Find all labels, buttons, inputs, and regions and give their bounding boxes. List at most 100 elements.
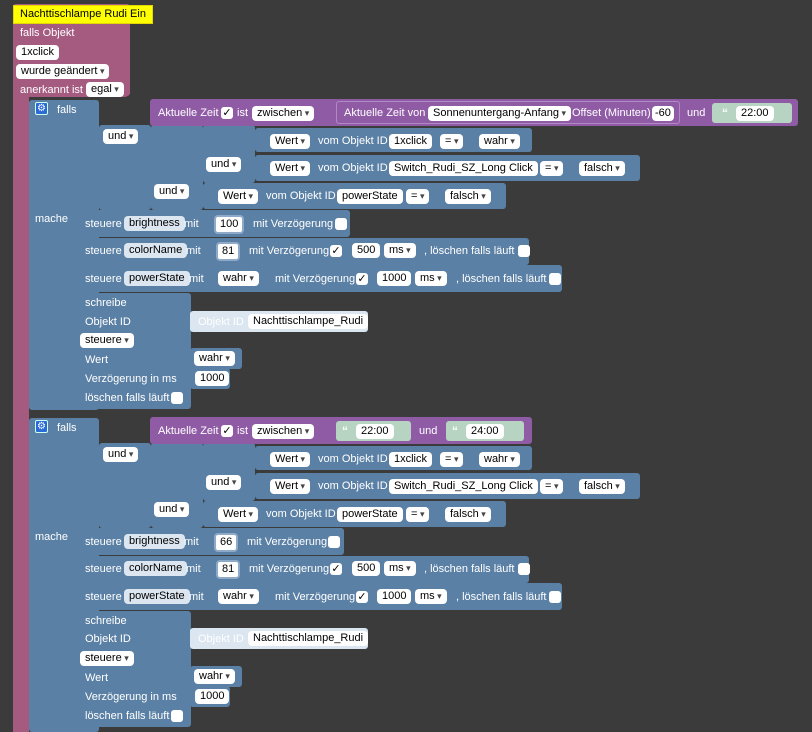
eq-dropdown[interactable]: = [440, 452, 464, 467]
vom-objekt-label: vom Objekt ID [318, 135, 388, 147]
gear-icon[interactable]: ⚙ [35, 420, 48, 433]
time-string-2b[interactable]: “ 24:00 [446, 421, 524, 441]
clear-checkbox[interactable] [171, 392, 183, 404]
trigger-object-field[interactable]: 1xclick [16, 45, 60, 60]
wert-dropdown[interactable]: Wert [218, 189, 259, 204]
attr-field[interactable]: powerState [124, 589, 190, 604]
delay-field[interactable]: 1000 [377, 271, 412, 286]
ms-dropdown[interactable]: ms [384, 243, 416, 258]
checkbox-2[interactable]: ✓ [221, 425, 233, 437]
wert-dropdown[interactable]: Wert [270, 452, 311, 467]
delay-checkbox[interactable]: ✓ [330, 563, 342, 575]
object-field[interactable]: powerState [337, 507, 403, 522]
clear-checkbox[interactable] [518, 245, 530, 257]
time-field-2a[interactable]: 22:00 [356, 424, 394, 439]
clear-checkbox[interactable] [518, 563, 530, 575]
vom-objekt-label: vom Objekt ID [266, 190, 336, 202]
vom-objekt-label: vom Objekt ID [266, 508, 336, 520]
und-dropdown-1c[interactable]: und [154, 184, 190, 199]
und-dropdown-2a[interactable]: und [103, 447, 139, 462]
delay-checkbox[interactable]: ✓ [356, 591, 368, 603]
object-id-field[interactable]: Nachttischlampe_Rudi [248, 631, 369, 646]
object-field[interactable]: Switch_Rudi_SZ_Long Click [389, 161, 538, 176]
and-block-inner-1[interactable] [203, 125, 255, 183]
attr-field[interactable]: powerState [124, 271, 190, 286]
clear-checkbox[interactable] [549, 273, 561, 285]
eq-dropdown[interactable]: = [406, 189, 430, 204]
delay-field[interactable]: 500 [352, 561, 381, 576]
delay-checkbox[interactable]: ✓ [330, 245, 342, 257]
eq-dropdown[interactable]: = [540, 479, 564, 494]
time-string-1[interactable]: “ 22:00 [712, 103, 792, 123]
ms-dropdown[interactable]: ms [415, 271, 447, 286]
wert-dropdown[interactable]: Wert [270, 134, 311, 149]
write-value-dropdown[interactable]: wahr [194, 351, 235, 366]
attr-field[interactable]: brightness [124, 534, 185, 549]
eq-dropdown[interactable]: = [540, 161, 564, 176]
object-field[interactable]: 1xclick [389, 452, 433, 467]
und-dropdown-2b[interactable]: und [206, 475, 242, 490]
object-field[interactable]: powerState [337, 189, 403, 204]
value-dropdown[interactable]: wahr [479, 452, 520, 467]
write-mode-dropdown[interactable]: steuere [80, 651, 134, 666]
value-dropdown[interactable]: falsch [445, 189, 491, 204]
write-delay-field[interactable]: 1000 [195, 371, 230, 386]
clear-checkbox[interactable] [549, 591, 561, 603]
write-mode-dropdown[interactable]: steuere [80, 333, 134, 348]
ist-label-1: ist [237, 107, 248, 119]
ms-dropdown[interactable]: ms [384, 561, 416, 576]
delay-checkbox[interactable]: ✓ [356, 273, 368, 285]
delay-checkbox[interactable] [328, 536, 340, 548]
attr-field[interactable]: brightness [124, 216, 185, 231]
object-field[interactable]: Switch_Rudi_SZ_Long Click [389, 479, 538, 494]
und-dropdown-1b[interactable]: und [206, 157, 242, 172]
anerkannt-dropdown[interactable]: egal [86, 82, 124, 97]
value-dropdown[interactable]: wahr [479, 134, 520, 149]
eq-dropdown[interactable]: = [406, 507, 430, 522]
write-delay-field[interactable]: 1000 [195, 689, 230, 704]
and-block-inner-2[interactable] [203, 443, 255, 501]
attr-field[interactable]: colorName [124, 561, 188, 576]
delay-checkbox[interactable] [335, 218, 347, 230]
offset-field[interactable]: -60 [652, 106, 674, 121]
value-number[interactable]: 81 [218, 562, 239, 577]
time-field-2b[interactable]: 24:00 [466, 424, 504, 439]
vom-objekt-label: vom Objekt ID [318, 162, 388, 174]
und-dropdown-2c[interactable]: und [154, 502, 190, 517]
value-number[interactable]: 81 [218, 244, 239, 259]
sunset-dropdown[interactable]: Sonnenuntergang-Anfang [428, 106, 572, 121]
wert-dropdown[interactable]: Wert [270, 479, 311, 494]
checkbox-1[interactable]: ✓ [221, 107, 233, 119]
und-dropdown-1a[interactable]: und [103, 129, 139, 144]
value-dropdown[interactable]: falsch [579, 161, 625, 176]
delay-field[interactable]: 500 [352, 243, 381, 258]
und-label-1: und [687, 107, 706, 119]
trigger-spine [13, 90, 29, 732]
wert-dropdown[interactable]: Wert [270, 161, 311, 176]
delay-field[interactable]: 1000 [377, 589, 412, 604]
value-dropdown[interactable]: wahr [218, 271, 259, 286]
value-number[interactable]: 100 [216, 217, 243, 232]
object-field[interactable]: 1xclick [389, 134, 433, 149]
value-number[interactable]: 66 [216, 535, 237, 550]
clear-checkbox[interactable] [171, 710, 183, 722]
value-dropdown[interactable]: falsch [445, 507, 491, 522]
time-string-2a[interactable]: “ 22:00 [336, 421, 411, 441]
value-dropdown[interactable]: falsch [579, 479, 625, 494]
object-id-block-label: Objekt ID [198, 316, 244, 328]
title-field[interactable]: Nachttischlampe Rudi Ein [13, 5, 153, 24]
zwischen-dropdown-2[interactable]: zwischen [252, 424, 315, 439]
gear-icon[interactable]: ⚙ [35, 102, 48, 115]
clear-label: , löschen falls läuft [456, 591, 547, 603]
time-field-1[interactable]: 22:00 [736, 106, 774, 121]
object-id-field[interactable]: Nachttischlampe_Rudi [248, 314, 369, 329]
wurde-geaendert-dropdown[interactable]: wurde geändert [16, 64, 110, 79]
eq-dropdown[interactable]: = [440, 134, 464, 149]
attr-field[interactable]: colorName [124, 243, 188, 258]
mit-label: mit [189, 273, 204, 285]
write-value-dropdown[interactable]: wahr [194, 669, 235, 684]
ms-dropdown[interactable]: ms [415, 589, 447, 604]
zwischen-dropdown-1[interactable]: zwischen [252, 106, 315, 121]
wert-dropdown[interactable]: Wert [218, 507, 259, 522]
value-dropdown[interactable]: wahr [218, 589, 259, 604]
